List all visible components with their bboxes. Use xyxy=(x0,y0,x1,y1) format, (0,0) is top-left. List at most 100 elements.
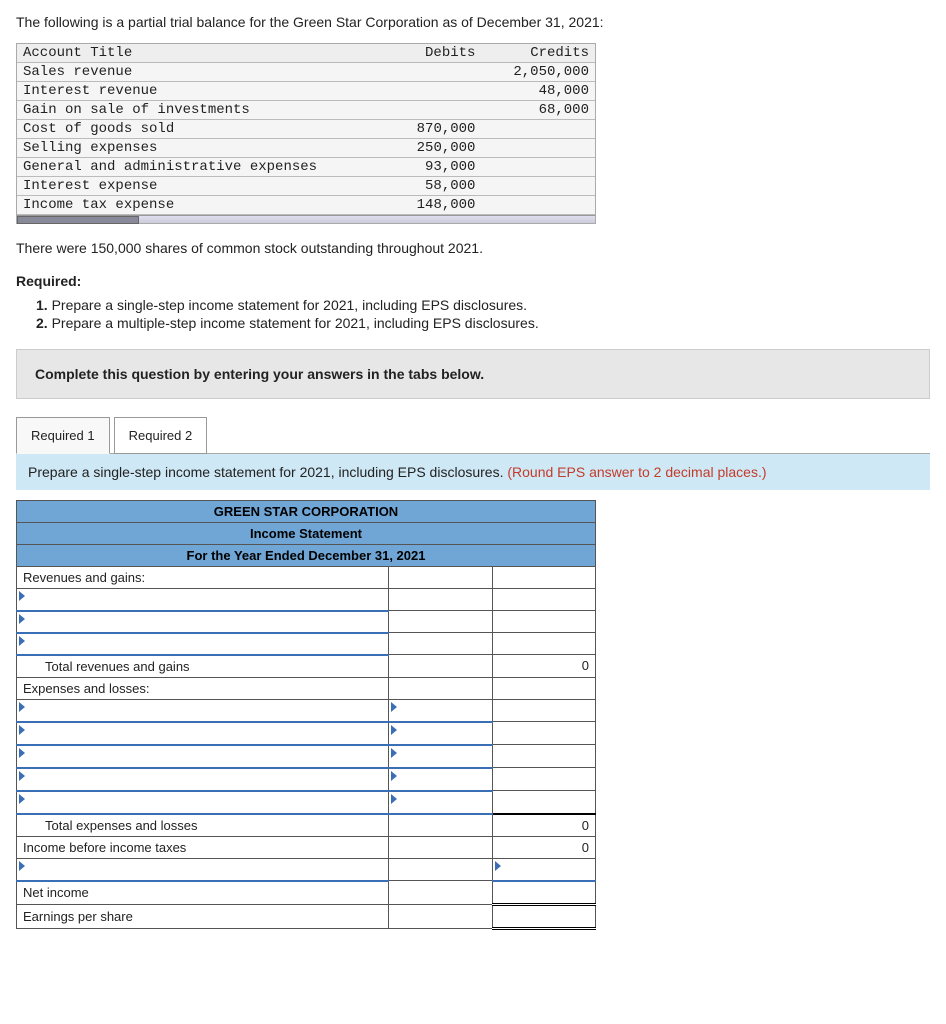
cell-credit xyxy=(481,120,595,139)
exp-item-select-4[interactable] xyxy=(17,768,389,791)
exp-item-select-3[interactable] xyxy=(17,745,389,768)
amount-input[interactable] xyxy=(395,726,485,741)
blank-cell xyxy=(492,633,595,655)
cell-debit: 58,000 xyxy=(368,177,482,196)
exp-amt-1[interactable] xyxy=(389,699,492,722)
intro-text: The following is a partial trial balance… xyxy=(16,12,930,33)
cell-credit xyxy=(481,177,595,196)
amount-input[interactable] xyxy=(499,885,589,900)
row-expenses-losses: Expenses and losses: xyxy=(17,677,389,699)
row-net-income: Net income xyxy=(17,881,389,905)
cell-credit: 2,050,000 xyxy=(481,63,595,82)
rev-amt-2[interactable] xyxy=(389,611,492,633)
cell-title: Income tax expense xyxy=(17,196,368,215)
shares-note: There were 150,000 shares of common stoc… xyxy=(16,238,930,259)
cell-debit: 148,000 xyxy=(368,196,482,215)
eps-value[interactable] xyxy=(492,904,595,928)
requirements-list: 1. Prepare a single-step income statemen… xyxy=(16,297,930,331)
rev-item-select-3[interactable] xyxy=(17,633,389,655)
blank-cell xyxy=(492,611,595,633)
ws-title-statement: Income Statement xyxy=(17,523,596,545)
cell-debit: 250,000 xyxy=(368,139,482,158)
table-row: Interest revenue 48,000 xyxy=(17,82,595,101)
cell-title: Interest expense xyxy=(17,177,368,196)
required-heading: Required: xyxy=(16,273,930,289)
cell-title: Sales revenue xyxy=(17,63,368,82)
amount-input[interactable] xyxy=(395,772,485,787)
rev-amt-3[interactable] xyxy=(389,633,492,655)
horizontal-scrollbar[interactable] xyxy=(17,215,595,223)
cell-credit xyxy=(481,139,595,158)
cell-title: Cost of goods sold xyxy=(17,120,368,139)
exp-amt-4[interactable] xyxy=(389,768,492,791)
tax-item-select[interactable] xyxy=(17,858,389,881)
instruction-hint: (Round EPS answer to 2 decimal places.) xyxy=(507,464,766,480)
rev-item-select-1[interactable] xyxy=(17,589,389,611)
row-total-revenues: Total revenues and gains xyxy=(17,655,389,678)
cell-title: General and administrative expenses xyxy=(17,158,368,177)
requirement-2-text: Prepare a multiple-step income statement… xyxy=(52,315,539,331)
blank-cell xyxy=(492,768,595,791)
blank-cell xyxy=(389,677,492,699)
exp-item-select-1[interactable] xyxy=(17,699,389,722)
cell-credit xyxy=(481,158,595,177)
net-income-value[interactable] xyxy=(492,881,595,905)
blank-cell xyxy=(492,589,595,611)
table-row: Interest expense58,000 xyxy=(17,177,595,196)
exp-amt-2[interactable] xyxy=(389,722,492,745)
exp-item-select-2[interactable] xyxy=(17,722,389,745)
col-credits: Credits xyxy=(481,44,595,63)
cell-debit: 93,000 xyxy=(368,158,482,177)
cell-credit xyxy=(481,196,595,215)
tab-required-1[interactable]: Required 1 xyxy=(16,417,110,454)
rev-item-select-2[interactable] xyxy=(17,611,389,633)
table-row: General and administrative expenses93,00… xyxy=(17,158,595,177)
blank-cell xyxy=(389,567,492,589)
cell-debit: 870,000 xyxy=(368,120,482,139)
cell-debit xyxy=(368,63,482,82)
col-account-title: Account Title xyxy=(17,44,368,63)
amount-input[interactable] xyxy=(499,909,589,924)
total-rev-value: 0 xyxy=(492,655,595,678)
exp-amt-3[interactable] xyxy=(389,745,492,768)
cell-credit: 48,000 xyxy=(481,82,595,101)
amount-input[interactable] xyxy=(395,795,485,810)
table-row: Gain on sale of investments68,000 xyxy=(17,101,595,120)
blank-cell xyxy=(492,745,595,768)
requirement-2: 2. Prepare a multiple-step income statem… xyxy=(36,315,930,331)
ws-title-company: GREEN STAR CORPORATION xyxy=(17,501,596,523)
table-row: Sales revenue 2,050,000 xyxy=(17,63,595,82)
blank-cell xyxy=(492,567,595,589)
tax-amt[interactable] xyxy=(492,858,595,881)
amount-input[interactable] xyxy=(395,614,485,629)
blank-cell xyxy=(389,904,492,928)
total-exp-value: 0 xyxy=(492,814,595,837)
cell-title: Selling expenses xyxy=(17,139,368,158)
instruction-main: Prepare a single-step income statement f… xyxy=(28,464,507,480)
cell-debit xyxy=(368,82,482,101)
row-income-before-tax: Income before income taxes xyxy=(17,836,389,858)
row-revenues-gains: Revenues and gains: xyxy=(17,567,389,589)
blank-cell xyxy=(389,858,492,881)
exp-item-select-5[interactable] xyxy=(17,791,389,814)
blank-cell xyxy=(492,722,595,745)
tab-bar: Required 1 Required 2 xyxy=(16,417,930,454)
amount-input[interactable] xyxy=(395,749,485,764)
tab-required-2[interactable]: Required 2 xyxy=(114,417,208,454)
cell-title: Interest revenue xyxy=(17,82,368,101)
trial-balance-panel: Account Title Debits Credits Sales reven… xyxy=(16,43,596,224)
amount-input[interactable] xyxy=(395,636,485,651)
exp-amt-5[interactable] xyxy=(389,791,492,814)
amount-input[interactable] xyxy=(499,862,589,877)
col-debits: Debits xyxy=(368,44,482,63)
blank-cell xyxy=(389,881,492,905)
cell-debit xyxy=(368,101,482,120)
rev-amt-1[interactable] xyxy=(389,589,492,611)
requirement-1: 1. Prepare a single-step income statemen… xyxy=(36,297,930,313)
requirement-1-text: Prepare a single-step income statement f… xyxy=(52,297,527,313)
cell-title: Gain on sale of investments xyxy=(17,101,368,120)
amount-input[interactable] xyxy=(395,592,485,607)
amount-input[interactable] xyxy=(395,703,485,718)
tab-instruction: Prepare a single-step income statement f… xyxy=(16,453,930,490)
blank-cell xyxy=(492,791,595,814)
